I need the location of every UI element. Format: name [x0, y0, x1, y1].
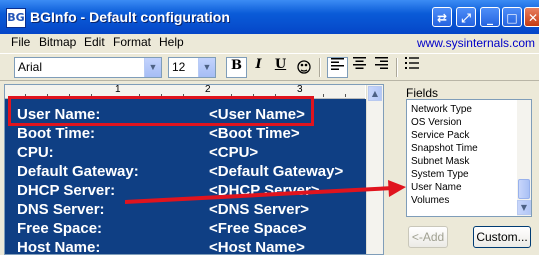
info-value: <DHCP Server> [209, 182, 320, 199]
fields-list[interactable]: Network Type OS Version Service Pack Sna… [406, 99, 532, 217]
info-label: CPU: [17, 144, 54, 161]
list-item[interactable]: User Name [411, 182, 462, 193]
list-item[interactable]: Subnet Mask [411, 156, 469, 167]
align-right-button[interactable] [371, 57, 392, 78]
window-title: BGInfo - Default configuration [30, 9, 230, 25]
align-left-icon [331, 58, 344, 70]
switch-icon[interactable]: ⇄ [432, 7, 452, 27]
app-icon: BG [6, 8, 26, 28]
info-value: <DNS Server> [209, 201, 310, 218]
menu-bar: File Bitmap Edit Format Help www.sysinte… [0, 34, 539, 53]
scroll-down-arrow-icon[interactable]: ▼ [517, 200, 531, 215]
info-value: <Default Gateway> [209, 163, 344, 180]
restore-icon[interactable]: ⤢ [456, 7, 476, 27]
list-item[interactable]: Service Pack [411, 130, 469, 141]
align-center-button[interactable] [349, 57, 370, 78]
ruler-number: 1 [115, 84, 121, 95]
bullet-list-icon [404, 57, 419, 69]
maximize-button[interactable]: □ [502, 7, 522, 27]
info-row: Boot Time: <Boot Time> [17, 125, 300, 144]
info-row: Host Name: <Host Name> [17, 239, 305, 255]
font-size-value: 12 [172, 60, 186, 74]
font-size-combo[interactable]: 12 ▼ [168, 57, 216, 78]
info-row: DNS Server: <DNS Server> [17, 201, 309, 220]
annotation-highlight-box [8, 96, 314, 126]
info-row: Default Gateway: <Default Gateway> [17, 163, 343, 182]
align-center-icon [353, 57, 366, 69]
custom-button[interactable]: Custom... [473, 226, 531, 248]
list-item[interactable]: Snapshot Time [411, 143, 478, 154]
menu-format[interactable]: Format [113, 35, 151, 49]
align-right-icon [375, 57, 388, 69]
align-left-button[interactable] [327, 57, 348, 78]
fields-scrollbar[interactable]: ▼ [517, 100, 531, 216]
ruler-number: 2 [205, 84, 211, 95]
fields-label: Fields [406, 86, 439, 100]
add-field-button[interactable]: <-Add [408, 226, 448, 248]
title-bar: BG BGInfo - Default configuration ⇄ ⤢ _ … [0, 0, 539, 35]
list-item[interactable]: Volumes [411, 195, 449, 206]
font-color-button[interactable] [294, 57, 315, 78]
close-button[interactable]: ✕ [524, 7, 539, 27]
font-name-combo[interactable]: Arial ▼ [14, 57, 162, 78]
italic-button[interactable]: I [248, 57, 269, 78]
sysinternals-link[interactable]: www.sysinternals.com [417, 36, 535, 50]
list-item[interactable]: Network Type [411, 104, 472, 115]
menu-file[interactable]: File [11, 35, 30, 49]
ruler-number: 3 [297, 84, 303, 95]
palette-icon [297, 60, 311, 74]
info-label: Boot Time: [17, 125, 96, 142]
info-row: Free Space: <Free Space> [17, 220, 307, 239]
info-value: <Free Space> [209, 220, 307, 237]
font-name-value: Arial [18, 60, 43, 74]
info-label: Free Space: [17, 220, 103, 237]
chevron-down-icon[interactable]: ▼ [144, 58, 161, 77]
list-item[interactable]: System Type [411, 169, 469, 180]
info-row: DHCP Server: <DHCP Server> [17, 182, 320, 201]
info-row: CPU: <CPU> [17, 144, 258, 163]
info-label: Host Name: [17, 239, 101, 255]
list-item[interactable]: OS Version [411, 117, 462, 128]
bold-button[interactable]: B [226, 57, 247, 78]
bullets-button[interactable] [401, 57, 422, 78]
info-value: <CPU> [209, 144, 259, 161]
scroll-up-arrow-icon[interactable]: ▲ [368, 86, 382, 101]
info-label: DNS Server: [17, 201, 105, 218]
editor-scrollbar[interactable]: ▲ [366, 85, 383, 254]
underline-button[interactable]: U [270, 57, 291, 78]
format-toolbar: Arial ▼ 12 ▼ B I U [0, 53, 539, 81]
info-value: <Host Name> [209, 239, 305, 255]
menu-bitmap[interactable]: Bitmap [39, 35, 76, 49]
menu-edit[interactable]: Edit [84, 35, 105, 49]
info-value: <Boot Time> [209, 125, 300, 142]
info-label: DHCP Server: [17, 182, 116, 199]
info-label: Default Gateway: [17, 163, 139, 180]
chevron-down-icon[interactable]: ▼ [198, 58, 215, 77]
scroll-thumb[interactable] [518, 179, 530, 199]
menu-help[interactable]: Help [159, 35, 184, 49]
minimize-button[interactable]: _ [480, 7, 500, 27]
